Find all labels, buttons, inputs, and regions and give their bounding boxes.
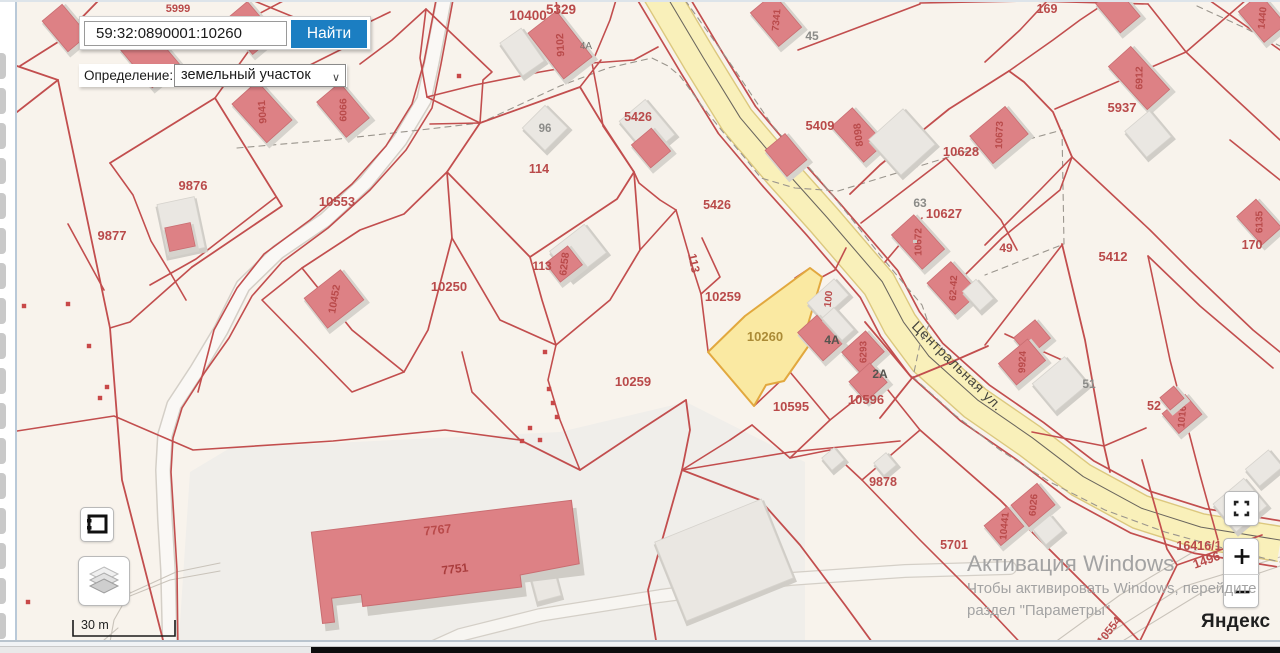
svg-text:170: 170 bbox=[1242, 238, 1263, 252]
svg-text:6135: 6135 bbox=[1255, 210, 1266, 233]
svg-text:7767: 7767 bbox=[423, 522, 452, 539]
svg-text:51: 51 bbox=[1082, 377, 1096, 391]
svg-text:10260: 10260 bbox=[747, 329, 783, 344]
svg-text:62-42: 62-42 bbox=[948, 275, 960, 302]
svg-text:49: 49 bbox=[999, 241, 1013, 255]
svg-text:6293: 6293 bbox=[859, 340, 870, 363]
svg-text:5426: 5426 bbox=[624, 110, 652, 124]
svg-text:9041: 9041 bbox=[256, 100, 270, 124]
svg-text:4A: 4A bbox=[824, 333, 840, 347]
svg-text:10595: 10595 bbox=[773, 399, 809, 414]
svg-text:10259: 10259 bbox=[615, 374, 651, 389]
svg-text:10627: 10627 bbox=[926, 206, 962, 221]
svg-text:114: 114 bbox=[529, 162, 549, 176]
svg-text:10628: 10628 bbox=[943, 144, 979, 159]
svg-text:169: 169 bbox=[1037, 2, 1058, 16]
svg-text:5999: 5999 bbox=[166, 3, 190, 15]
svg-text:7341: 7341 bbox=[771, 8, 784, 32]
svg-text:52: 52 bbox=[1147, 399, 1161, 413]
svg-text:9924: 9924 bbox=[1017, 350, 1029, 373]
svg-text:4A: 4A bbox=[580, 41, 593, 52]
svg-text:5426: 5426 bbox=[703, 198, 731, 212]
svg-text:9102: 9102 bbox=[554, 33, 567, 57]
svg-text:1440: 1440 bbox=[1257, 6, 1270, 30]
svg-text:10553: 10553 bbox=[319, 194, 355, 209]
svg-text:5701: 5701 bbox=[940, 538, 968, 552]
svg-text:63: 63 bbox=[913, 196, 927, 210]
svg-text:10259: 10259 bbox=[705, 289, 741, 304]
svg-text:9877: 9877 bbox=[98, 228, 127, 243]
svg-text:10596: 10596 bbox=[848, 392, 884, 407]
svg-text:5329: 5329 bbox=[546, 2, 576, 17]
svg-text:10400: 10400 bbox=[509, 8, 547, 23]
svg-text:10673: 10673 bbox=[994, 121, 1006, 150]
svg-text:6066: 6066 bbox=[338, 98, 350, 122]
svg-text:100: 100 bbox=[823, 290, 836, 308]
svg-text:5409: 5409 bbox=[806, 118, 835, 133]
svg-text:113: 113 bbox=[532, 259, 552, 273]
svg-text:5412: 5412 bbox=[1099, 249, 1128, 264]
svg-text:5937: 5937 bbox=[1108, 100, 1137, 115]
svg-text:6026: 6026 bbox=[1028, 493, 1041, 517]
svg-text:2A: 2A bbox=[872, 367, 888, 381]
svg-text:45: 45 bbox=[805, 29, 819, 43]
svg-text:9878: 9878 bbox=[869, 475, 897, 489]
svg-text:6912: 6912 bbox=[1134, 66, 1146, 90]
svg-text:96: 96 bbox=[539, 123, 552, 135]
svg-text:9876: 9876 bbox=[179, 178, 208, 193]
svg-text:10250: 10250 bbox=[431, 279, 467, 294]
